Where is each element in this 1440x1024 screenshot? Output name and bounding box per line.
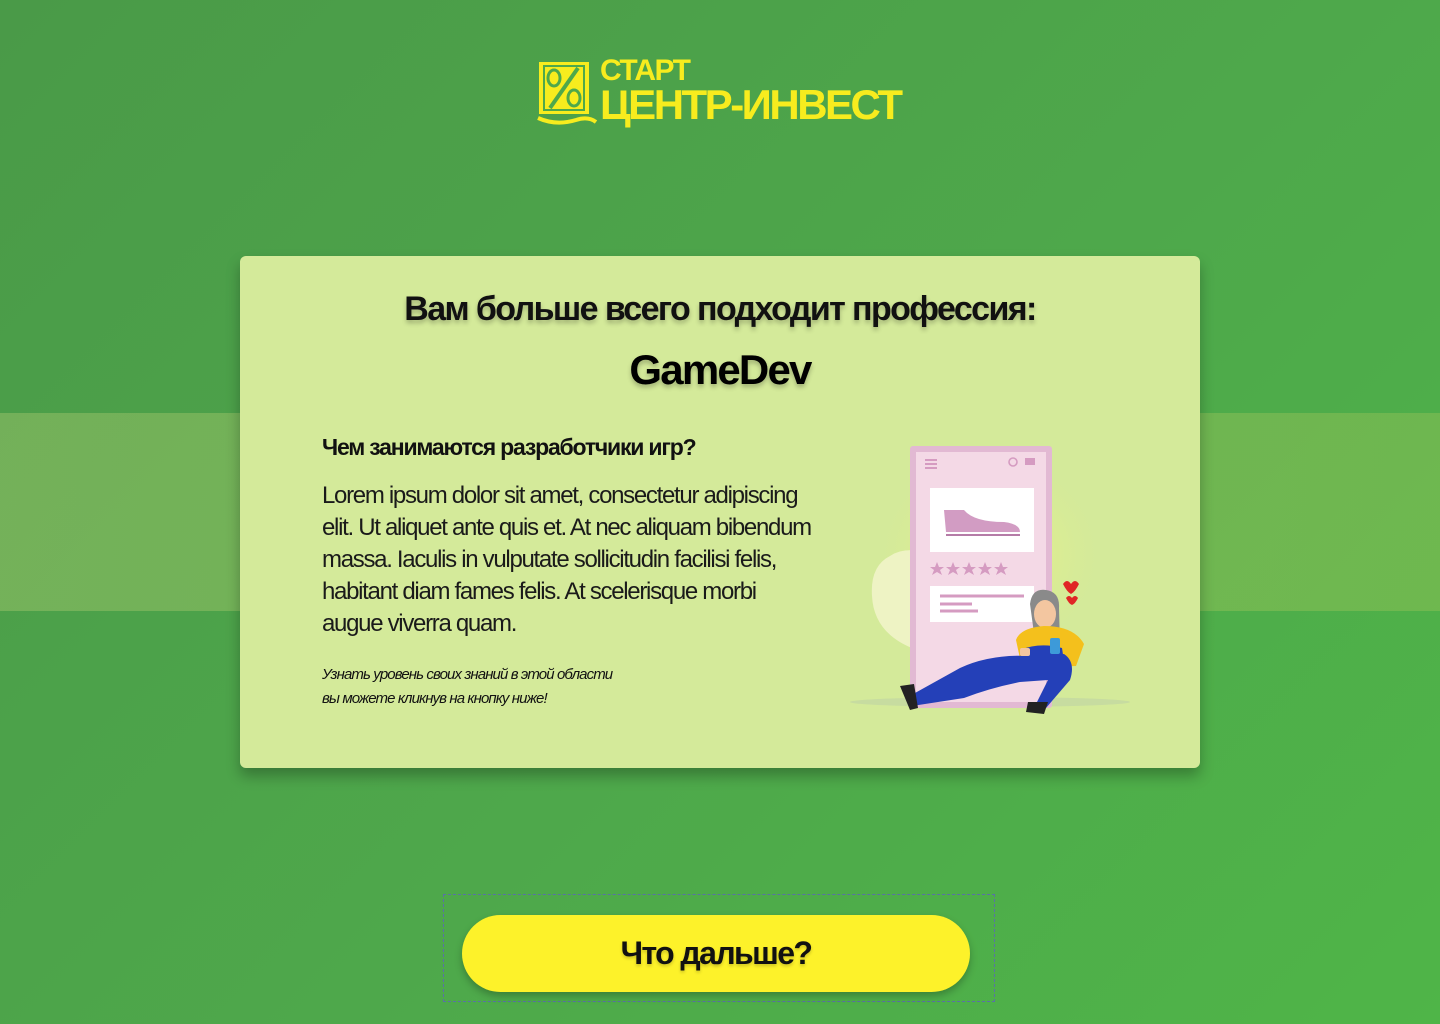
shopping-app-illustration (840, 436, 1140, 726)
result-card: Вам больше всего подходит профессия: Gam… (240, 256, 1200, 768)
profession-name: GameDev (629, 346, 812, 393)
logo-line-2: ЦЕНТР-ИНВЕСТ (600, 81, 903, 128)
profession-subheading: Чем занимаются разработчики игр? (322, 434, 697, 460)
logo-text: СТАРТ ЦЕНТР-ИНВЕСТ (600, 56, 903, 128)
result-title: Вам больше всего подходит профессия: (404, 290, 1037, 328)
percent-coin-icon (536, 58, 598, 126)
profession-description: Lorem ipsum dolor sit amet, consectetur … (322, 482, 812, 637)
next-button[interactable]: Что дальше? (462, 915, 970, 992)
card-note-line-1: Узнать уровень своих знаний в этой облас… (322, 666, 613, 683)
card-note: Узнать уровень своих знаний в этой облас… (322, 663, 702, 711)
logo: СТАРТ ЦЕНТР-ИНВЕСТ (536, 56, 906, 130)
card-note-line-2: вы можете кликнув на кнопку ниже! (322, 690, 548, 707)
